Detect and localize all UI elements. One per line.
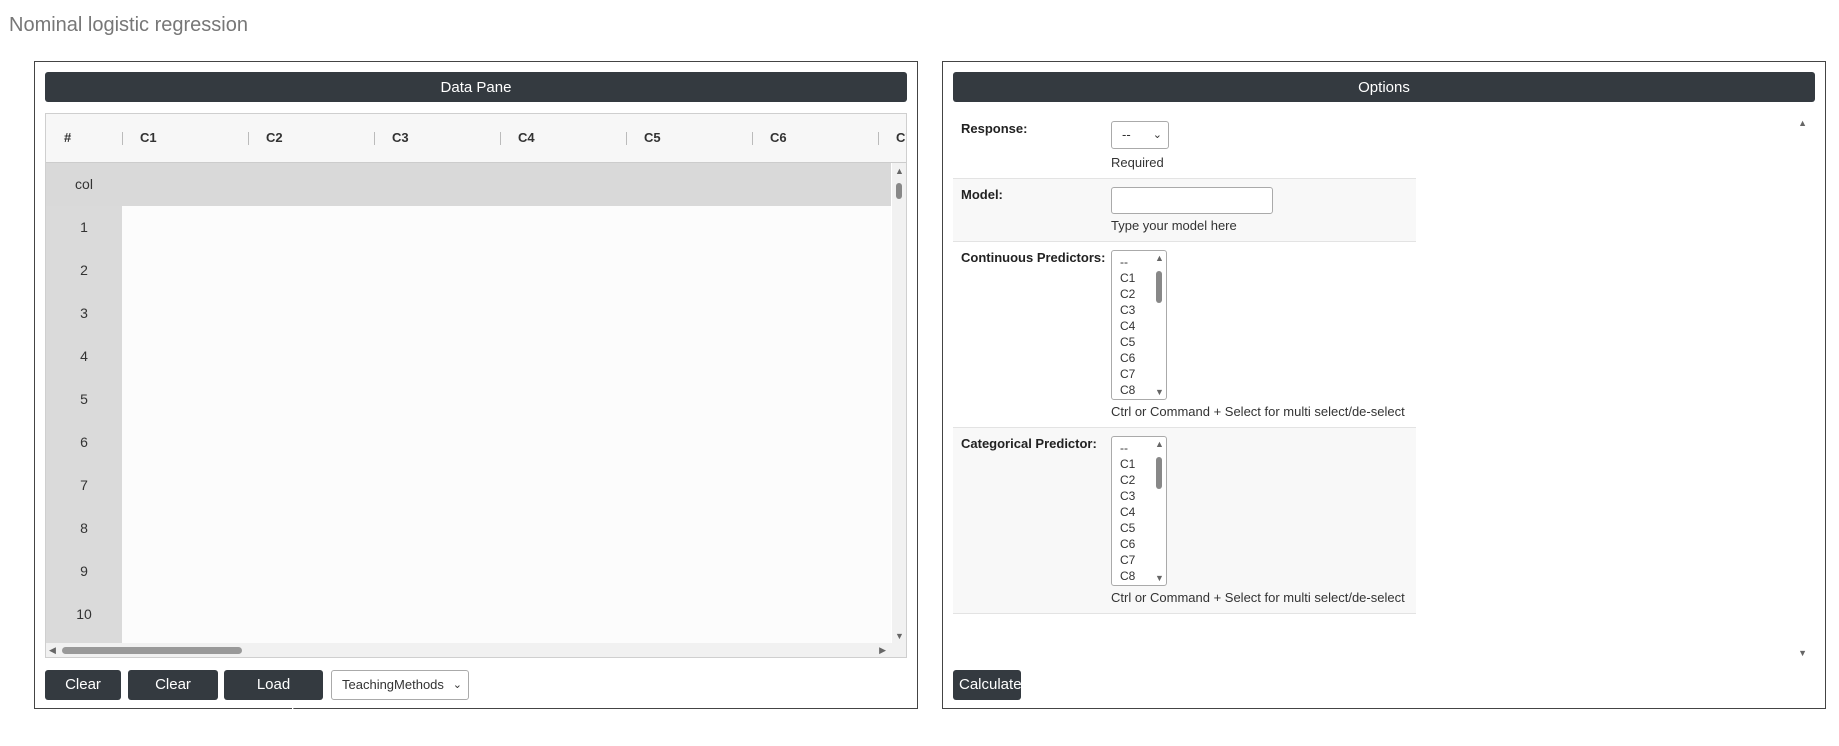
listbox-scroll-thumb[interactable] xyxy=(1156,271,1162,303)
grid-header-row: # C1 C2 C3 C4 C5 C6 C7 xyxy=(46,114,906,163)
row-cells[interactable] xyxy=(122,292,891,335)
listbox-scrollbar[interactable]: ▲ ▼ xyxy=(1154,253,1164,397)
categorical-predictor-help: Ctrl or Command + Select for multi selec… xyxy=(1111,590,1405,605)
row-cells[interactable] xyxy=(122,550,891,593)
model-row: Model: Type your model here xyxy=(953,179,1416,242)
row-header: 4 xyxy=(46,335,122,378)
model-help: Type your model here xyxy=(1111,218,1237,233)
row-header: 1 xyxy=(46,206,122,249)
row-cells[interactable] xyxy=(122,421,891,464)
table-row: 6 xyxy=(46,421,891,464)
header-cell-c4[interactable]: C4 xyxy=(500,114,626,162)
data-pane-panel: Data Pane # C1 C2 C3 C4 C5 C6 C7 col 1 2 xyxy=(34,61,918,723)
response-label: Response: xyxy=(961,121,1028,136)
scroll-down-arrow-icon[interactable]: ▼ xyxy=(1155,387,1164,397)
scroll-left-arrow-icon[interactable]: ◀ xyxy=(49,645,56,655)
row-header: 8 xyxy=(46,507,122,550)
listbox-scroll-thumb[interactable] xyxy=(1156,457,1162,489)
row-header: 3 xyxy=(46,292,122,335)
row-header: col xyxy=(46,163,122,206)
page-title: Nominal logistic regression xyxy=(9,14,248,36)
example-dataset-value: TeachingMethods xyxy=(342,677,444,692)
row-cells[interactable] xyxy=(122,593,891,636)
table-row: 10 xyxy=(46,593,891,636)
options-header: Options xyxy=(953,72,1815,102)
header-cell-c6[interactable]: C6 xyxy=(752,114,878,162)
row-header: 10 xyxy=(46,593,122,636)
scroll-down-arrow-icon[interactable]: ▼ xyxy=(1155,573,1164,583)
header-cell-c1[interactable]: C1 xyxy=(122,114,248,162)
table-row: col xyxy=(46,163,891,206)
row-cells[interactable] xyxy=(122,636,891,643)
grid-vertical-scrollbar[interactable]: ▲ ▼ xyxy=(892,163,906,643)
grid-horizontal-scrollbar[interactable]: ◀ ▶ xyxy=(46,643,906,657)
header-cell-c7[interactable]: C7 xyxy=(878,114,906,162)
options-scroll-up-icon[interactable]: ▲ xyxy=(1798,118,1807,128)
row-cells[interactable] xyxy=(122,249,891,292)
response-help: Required xyxy=(1111,155,1164,170)
model-label: Model: xyxy=(961,187,1003,202)
row-cells[interactable] xyxy=(122,507,891,550)
options-form: Response: -- ⌄ Required Model: Type your… xyxy=(953,113,1815,658)
clear-output-button[interactable]: Clear Output xyxy=(128,670,218,723)
row-cells[interactable] xyxy=(122,464,891,507)
chevron-down-icon: ⌄ xyxy=(452,679,462,691)
continuous-predictors-help: Ctrl or Command + Select for multi selec… xyxy=(1111,404,1405,419)
response-row: Response: -- ⌄ Required xyxy=(953,113,1416,179)
row-cells[interactable] xyxy=(122,163,891,206)
load-example-button[interactable]: Load Example xyxy=(224,670,323,723)
scroll-up-arrow-icon[interactable]: ▲ xyxy=(895,166,904,176)
table-row: 2 xyxy=(46,249,891,292)
continuous-predictors-label: Continuous Predictors: xyxy=(961,250,1106,265)
clear-data-button[interactable]: Clear Data xyxy=(45,670,121,723)
continuous-predictors-listbox[interactable]: -- C1 C2 C3 C4 C5 C6 C7 C8 ▲ ▼ xyxy=(1111,250,1167,400)
table-row: 5 xyxy=(46,378,891,421)
row-header: 2 xyxy=(46,249,122,292)
header-cell-c2[interactable]: C2 xyxy=(248,114,374,162)
grid-vertical-scroll-thumb[interactable] xyxy=(896,183,902,199)
table-row: 4 xyxy=(46,335,891,378)
row-header: 5 xyxy=(46,378,122,421)
categorical-predictor-row: Categorical Predictor: -- C1 C2 C3 C4 C5… xyxy=(953,428,1416,614)
data-grid[interactable]: # C1 C2 C3 C4 C5 C6 C7 col 1 2 3 xyxy=(45,113,907,658)
scroll-down-arrow-icon[interactable]: ▼ xyxy=(895,631,904,641)
grid-body: col 1 2 3 4 5 6 7 8 9 10 xyxy=(46,163,891,643)
options-scroll-down-icon[interactable]: ▼ xyxy=(1798,648,1807,658)
scroll-up-arrow-icon[interactable]: ▲ xyxy=(1155,439,1164,449)
model-input[interactable] xyxy=(1111,187,1273,214)
row-header xyxy=(46,636,122,643)
table-row: 3 xyxy=(46,292,891,335)
row-cells[interactable] xyxy=(122,378,891,421)
continuous-predictors-row: Continuous Predictors: -- C1 C2 C3 C4 C5… xyxy=(953,242,1416,428)
header-cell-c5[interactable]: C5 xyxy=(626,114,752,162)
scroll-right-arrow-icon[interactable]: ▶ xyxy=(879,645,886,655)
calculate-button[interactable]: Calculate xyxy=(953,670,1022,700)
table-row: 9 xyxy=(46,550,891,593)
table-row: 7 xyxy=(46,464,891,507)
table-row xyxy=(46,636,891,643)
row-header: 7 xyxy=(46,464,122,507)
row-header: 9 xyxy=(46,550,122,593)
data-pane-header: Data Pane xyxy=(45,72,907,102)
table-row: 8 xyxy=(46,507,891,550)
header-cell-index[interactable]: # xyxy=(46,114,122,162)
example-dataset-select[interactable]: TeachingMethods ⌄ xyxy=(331,670,469,700)
response-select[interactable]: -- ⌄ xyxy=(1111,121,1169,149)
categorical-predictor-listbox[interactable]: -- C1 C2 C3 C4 C5 C6 C7 C8 ▲ ▼ xyxy=(1111,436,1167,586)
scroll-up-arrow-icon[interactable]: ▲ xyxy=(1155,253,1164,263)
options-panel: Options Response: -- ⌄ Required Model: T… xyxy=(942,61,1826,709)
response-value: -- xyxy=(1122,127,1131,142)
chevron-down-icon: ⌄ xyxy=(1152,129,1162,141)
row-cells[interactable] xyxy=(122,206,891,249)
row-header: 6 xyxy=(46,421,122,464)
listbox-scrollbar[interactable]: ▲ ▼ xyxy=(1154,439,1164,583)
row-cells[interactable] xyxy=(122,335,891,378)
header-cell-c3[interactable]: C3 xyxy=(374,114,500,162)
grid-horizontal-scroll-thumb[interactable] xyxy=(62,647,242,654)
table-row: 1 xyxy=(46,206,891,249)
categorical-predictor-label: Categorical Predictor: xyxy=(961,436,1097,451)
